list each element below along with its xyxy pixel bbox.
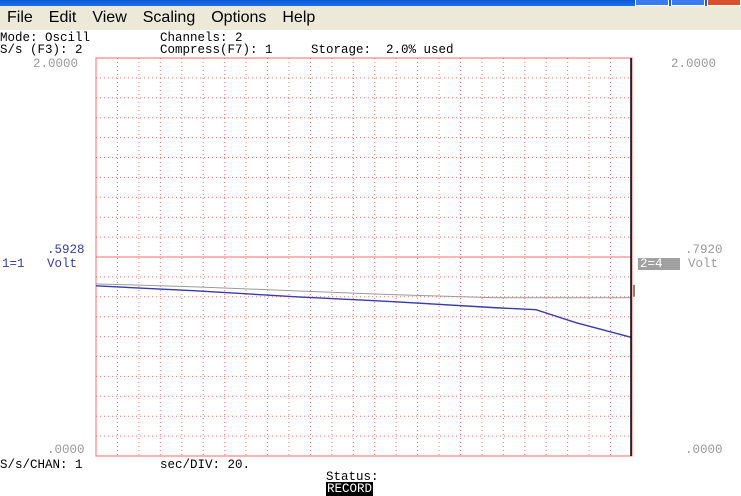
menu-bar: File Edit View Scaling Options Help bbox=[0, 6, 741, 30]
left-channel-label: 1=1 bbox=[2, 257, 25, 271]
footer-sps-chan: S/s/CHAN: 1 bbox=[0, 458, 83, 472]
trace-2 bbox=[95, 283, 632, 299]
menu-scaling[interactable]: Scaling bbox=[136, 6, 204, 30]
compress-readout: Compress(F7): 1 bbox=[160, 43, 273, 57]
sample-rate-readout: S/s (F3): 2 bbox=[0, 43, 83, 57]
footer-sec-div: sec/DIV: 20. bbox=[160, 458, 251, 472]
right-axis-bottom: .0000 bbox=[685, 443, 723, 457]
menu-view[interactable]: View bbox=[85, 6, 135, 30]
footer-status: Status: RECORD bbox=[311, 459, 379, 496]
plot-canvas bbox=[95, 57, 635, 457]
left-unit-label: Volt bbox=[47, 257, 78, 271]
left-axis-top: 2.0000 bbox=[33, 57, 79, 71]
menu-options[interactable]: Options bbox=[204, 6, 275, 30]
right-axis-mid: .7920 bbox=[685, 243, 723, 257]
left-axis-bottom: .0000 bbox=[47, 443, 85, 457]
right-channel-label[interactable]: 2=4 bbox=[638, 258, 680, 270]
storage-readout: Storage: 2.0% used bbox=[311, 43, 454, 57]
menu-file[interactable]: File bbox=[0, 6, 42, 30]
oscilloscope-plot[interactable] bbox=[95, 57, 635, 457]
right-unit-label: Volt bbox=[688, 257, 719, 271]
menu-edit[interactable]: Edit bbox=[42, 6, 86, 30]
right-axis-top: 2.0000 bbox=[671, 57, 717, 71]
status-record-badge: RECORD bbox=[326, 482, 374, 496]
left-axis-mid: .5928 bbox=[47, 243, 85, 257]
menu-help[interactable]: Help bbox=[275, 6, 324, 30]
